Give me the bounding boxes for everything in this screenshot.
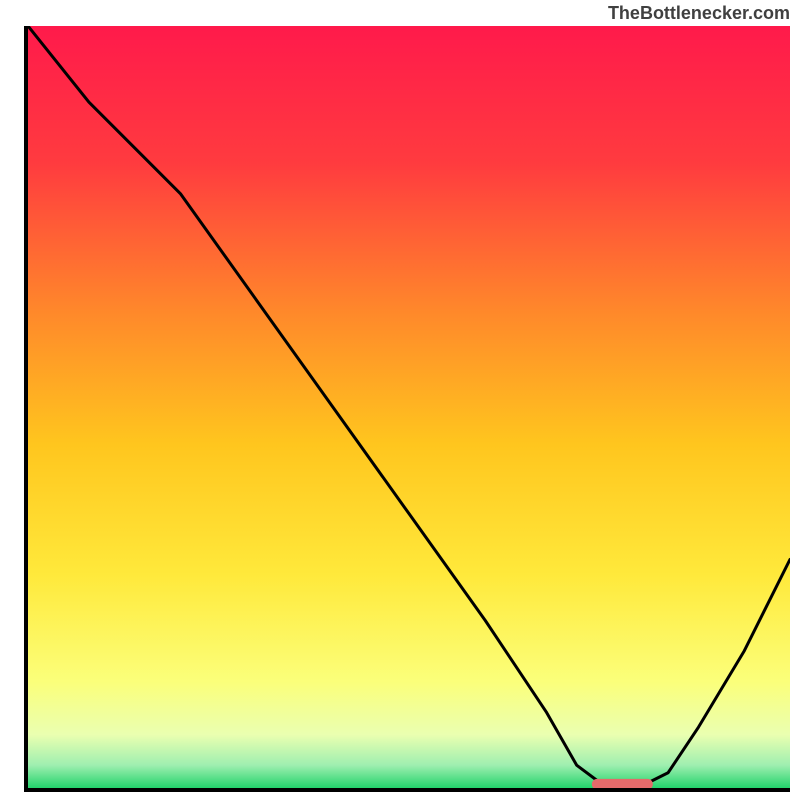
bottleneck-chart [24, 26, 790, 792]
optimal-point-marker [592, 779, 653, 788]
attribution-text: TheBottlenecker.com [0, 0, 800, 26]
bottleneck-curve [28, 26, 790, 788]
chart-plot-layer [28, 26, 790, 788]
